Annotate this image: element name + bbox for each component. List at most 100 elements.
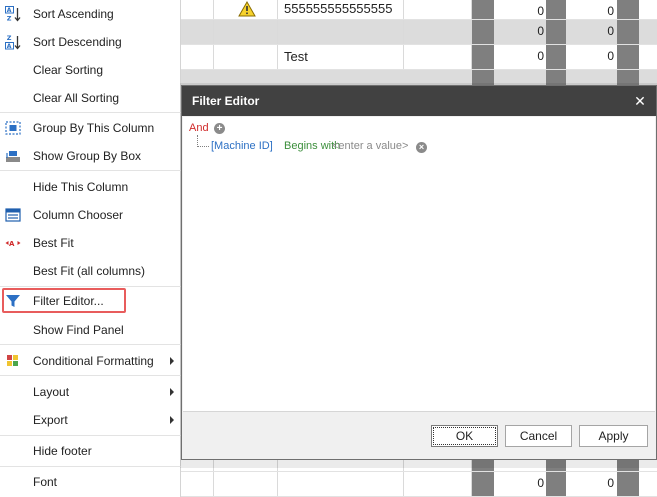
grid-cell bbox=[214, 0, 278, 19]
grid-cell bbox=[180, 0, 214, 19]
grid-row[interactable]: 0 0 bbox=[180, 472, 657, 497]
grid-bar bbox=[472, 472, 494, 496]
filter-editor-highlight bbox=[2, 288, 126, 313]
grid-cell bbox=[404, 20, 472, 44]
menu-item-label: Layout bbox=[33, 385, 70, 399]
menu-separator bbox=[0, 344, 181, 345]
menu-item-column-chooser[interactable]: Column Chooser bbox=[0, 201, 181, 229]
grid-row[interactable]: 0 0 bbox=[180, 20, 657, 45]
grid-cell bbox=[404, 45, 472, 69]
grid-number: 0 bbox=[607, 476, 614, 490]
grid-bar bbox=[617, 20, 639, 44]
grid-bar bbox=[546, 45, 566, 69]
menu-separator bbox=[0, 170, 181, 171]
menu-item-best-fit-all-columns[interactable]: Best Fit (all columns) bbox=[0, 257, 181, 285]
menu-item-conditional-formatting[interactable]: Conditional Formatting bbox=[0, 347, 181, 375]
sort-ascending-icon: A Z bbox=[5, 6, 21, 22]
submenu-arrow-icon bbox=[170, 357, 174, 365]
condition-field[interactable]: [Machine ID] bbox=[211, 140, 273, 152]
warning-icon bbox=[238, 1, 256, 17]
menu-item-clear-all-sorting[interactable]: Clear All Sorting bbox=[0, 84, 181, 112]
menu-item-layout[interactable]: Layout bbox=[0, 378, 181, 406]
ok-button[interactable]: OK bbox=[431, 425, 498, 447]
menu-separator bbox=[0, 435, 181, 436]
svg-text:A: A bbox=[7, 43, 12, 50]
conditional-formatting-icon bbox=[7, 355, 18, 366]
grid-number: 0 bbox=[607, 24, 614, 38]
grid-bar bbox=[546, 472, 566, 496]
grid-cell bbox=[214, 472, 278, 496]
group-by-column-icon bbox=[5, 121, 21, 135]
best-fit-icon: A bbox=[5, 240, 21, 248]
filter-editor-dialog: Filter Editor ✕ And + [Machine ID] Begin… bbox=[181, 85, 657, 460]
menu-item-label: Font bbox=[33, 475, 58, 489]
menu-item-label: Clear Sorting bbox=[33, 63, 104, 77]
svg-text:Z: Z bbox=[7, 34, 12, 42]
sort-descending-icon: Z A bbox=[5, 34, 21, 50]
grid-bar bbox=[617, 0, 639, 19]
svg-text:A: A bbox=[7, 7, 12, 14]
svg-text:Z: Z bbox=[7, 15, 12, 23]
menu-item-label: Column Chooser bbox=[33, 208, 124, 222]
grid-cell bbox=[180, 20, 214, 44]
menu-item-hide-footer[interactable]: Hide footer bbox=[0, 437, 181, 465]
menu-separator bbox=[0, 375, 181, 376]
close-icon[interactable]: ✕ bbox=[630, 91, 650, 111]
menu-separator bbox=[0, 112, 181, 113]
menu-item-label: Hide This Column bbox=[33, 180, 129, 194]
tree-connector bbox=[197, 135, 209, 147]
grid-bar bbox=[617, 45, 639, 69]
grid-cell bbox=[404, 472, 472, 496]
grid-cell: 555555555555555 bbox=[278, 0, 404, 19]
menu-item-label: Clear All Sorting bbox=[33, 91, 120, 105]
grid-number: 0 bbox=[607, 4, 614, 18]
grid-number: 0 bbox=[607, 49, 614, 63]
menu-item-sort-descending[interactable]: Z A Sort Descending bbox=[0, 28, 181, 56]
submenu-arrow-icon bbox=[170, 388, 174, 396]
menu-item-font[interactable]: Font bbox=[0, 468, 181, 496]
group-by-box-icon bbox=[6, 151, 20, 162]
grid-cell bbox=[278, 20, 404, 44]
menu-item-show-group-by-box[interactable]: Show Group By Box bbox=[0, 142, 181, 170]
grid-bar bbox=[472, 45, 494, 69]
grid-bar bbox=[617, 472, 639, 496]
grid-row[interactable]: 555555555555555 0 0 bbox=[180, 0, 657, 20]
apply-button[interactable]: Apply bbox=[579, 425, 648, 447]
condition-value[interactable]: <enter a value> bbox=[332, 140, 408, 152]
menu-item-hide-this-column[interactable]: Hide This Column bbox=[0, 173, 181, 201]
menu-separator bbox=[0, 466, 181, 467]
filter-tree-panel[interactable]: And + [Machine ID] Begins with <enter a … bbox=[183, 117, 655, 412]
grid-number: 0 bbox=[537, 476, 544, 490]
column-context-menu: A Z Sort Ascending Z A Sort Descending C… bbox=[0, 0, 181, 497]
grid-bar bbox=[546, 0, 566, 19]
menu-item-label: Sort Ascending bbox=[33, 7, 114, 21]
grid-number: 0 bbox=[537, 24, 544, 38]
remove-condition-icon[interactable]: × bbox=[416, 142, 427, 153]
group-operator[interactable]: And bbox=[189, 122, 209, 134]
dialog-title: Filter Editor bbox=[192, 94, 260, 108]
menu-item-label: Hide footer bbox=[33, 444, 92, 458]
menu-item-export[interactable]: Export bbox=[0, 406, 181, 434]
menu-item-label: Export bbox=[33, 413, 68, 427]
grid-cell-text: 555555555555555 bbox=[284, 1, 393, 16]
grid-cell: Test bbox=[278, 45, 404, 69]
grid-cell bbox=[278, 472, 404, 496]
menu-item-group-by-column[interactable]: Group By This Column bbox=[0, 114, 181, 142]
grid-number: 0 bbox=[537, 49, 544, 63]
add-condition-icon[interactable]: + bbox=[214, 123, 225, 134]
grid-cell bbox=[180, 472, 214, 496]
dialog-title-bar[interactable]: Filter Editor ✕ bbox=[182, 86, 656, 116]
grid-row[interactable]: Test 0 0 bbox=[180, 45, 657, 70]
submenu-arrow-icon bbox=[170, 416, 174, 424]
menu-item-best-fit[interactable]: A Best Fit bbox=[0, 229, 181, 257]
grid-bar bbox=[472, 20, 494, 44]
svg-text:A: A bbox=[9, 240, 15, 248]
menu-item-clear-sorting[interactable]: Clear Sorting bbox=[0, 56, 181, 84]
cancel-button[interactable]: Cancel bbox=[505, 425, 572, 447]
grid-cell-text: Test bbox=[284, 49, 308, 64]
menu-item-sort-ascending[interactable]: A Z Sort Ascending bbox=[0, 0, 181, 28]
menu-item-label: Best Fit bbox=[33, 236, 74, 250]
menu-item-label: Conditional Formatting bbox=[33, 354, 154, 368]
menu-item-show-find-panel[interactable]: Show Find Panel bbox=[0, 316, 181, 344]
menu-item-label: Show Find Panel bbox=[33, 323, 124, 337]
